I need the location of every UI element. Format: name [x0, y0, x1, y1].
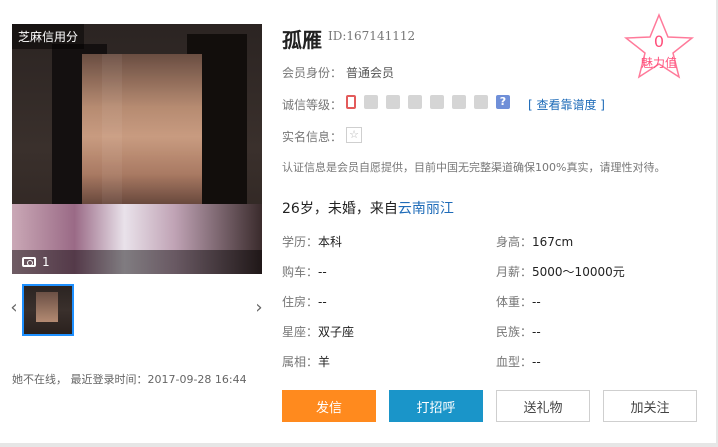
- realname-icon[interactable]: ☆: [346, 127, 362, 143]
- chinese-zodiac-field: 属相：羊: [282, 353, 330, 370]
- profile-name: 孤雁: [282, 28, 322, 52]
- integrity-label: 诚信等级：: [282, 98, 343, 112]
- photo-thumbnail[interactable]: [22, 284, 74, 336]
- education-label: 学历：: [282, 235, 319, 249]
- education-field: 学历：本科: [282, 233, 342, 250]
- thumbnail-face: [36, 292, 58, 322]
- height-value: 167cm: [532, 235, 574, 249]
- realname-label: 实名信息：: [282, 130, 343, 144]
- blood-type-label: 血型：: [496, 355, 533, 369]
- say-hello-button[interactable]: 打招呼: [389, 390, 483, 422]
- car-value: --: [318, 265, 327, 279]
- car-label: 购车：: [282, 265, 319, 279]
- camera-icon: [22, 257, 36, 267]
- house-icon[interactable]: [386, 95, 400, 109]
- chinese-zodiac-label: 属相：: [282, 355, 319, 369]
- integrity-icons: ?: [346, 95, 510, 109]
- document-icon[interactable]: [452, 95, 466, 109]
- verification-note: 认证信息是会员自愿提供，目前中国无完整渠道确保100%真实，请理性对待。: [282, 161, 666, 174]
- zodiac-label: 星座：: [282, 325, 319, 339]
- blurred-face: [82, 54, 202, 204]
- blood-type-field: 血型：--: [496, 353, 541, 370]
- online-status: 她不在线， 最近登录时间：2017-09-28 16:44: [12, 373, 247, 386]
- follow-button[interactable]: 加关注: [603, 390, 697, 422]
- membership-label: 会员身份：: [282, 66, 343, 80]
- chinese-zodiac-value: 羊: [318, 355, 331, 369]
- profile-summary: 26岁，未婚，来自云南丽江: [282, 198, 454, 218]
- weight-label: 体重：: [496, 295, 533, 309]
- weight-value: --: [532, 295, 541, 309]
- profile-photo[interactable]: [12, 24, 262, 274]
- house-value: --: [318, 295, 327, 309]
- profile-id: ID:167141112: [328, 29, 416, 43]
- salary-value: 5000～10000元: [532, 265, 625, 279]
- ethnicity-label: 民族：: [496, 325, 533, 339]
- education-value: 本科: [318, 235, 343, 249]
- zhima-credit-badge[interactable]: 芝麻信用分: [12, 24, 85, 49]
- location-link[interactable]: 云南丽江: [398, 201, 454, 217]
- mail-icon[interactable]: [364, 95, 378, 109]
- fire-icon[interactable]: [474, 95, 488, 109]
- salary-label: 月薪：: [496, 265, 533, 279]
- view-reliability-link[interactable]: [ 查看靠谱度 ]: [528, 96, 605, 113]
- charm-label: 魅力值: [640, 56, 677, 70]
- car-field: 购车：--: [282, 263, 327, 280]
- ethnicity-value: --: [532, 325, 541, 339]
- zodiac-field: 星座：双子座: [282, 323, 354, 340]
- summary-text: 26岁，未婚，来自: [282, 201, 398, 217]
- ethnicity-field: 民族：--: [496, 323, 541, 340]
- house-label: 住房：: [282, 295, 319, 309]
- education-icon[interactable]: [430, 95, 444, 109]
- salary-field: 月薪：5000～10000元: [496, 263, 625, 280]
- charm-value: 0: [653, 32, 665, 51]
- send-message-button[interactable]: 发信: [282, 390, 376, 422]
- help-icon[interactable]: ?: [496, 95, 510, 109]
- house-field: 住房：--: [282, 293, 327, 310]
- weight-field: 体重：--: [496, 293, 541, 310]
- chevron-right-icon[interactable]: ›: [253, 296, 265, 320]
- send-gift-button[interactable]: 送礼物: [496, 390, 590, 422]
- height-field: 身高：167cm: [496, 233, 573, 250]
- chevron-left-icon[interactable]: ‹: [8, 296, 20, 320]
- zodiac-value: 双子座: [318, 325, 355, 339]
- height-label: 身高：: [496, 235, 533, 249]
- photo-count-bar: 1: [12, 250, 262, 274]
- phone-icon[interactable]: [346, 95, 356, 109]
- blood-type-value: --: [532, 355, 541, 369]
- membership-value: 普通会员: [346, 66, 395, 80]
- face-icon[interactable]: [408, 95, 422, 109]
- photo-count: 1: [42, 255, 50, 269]
